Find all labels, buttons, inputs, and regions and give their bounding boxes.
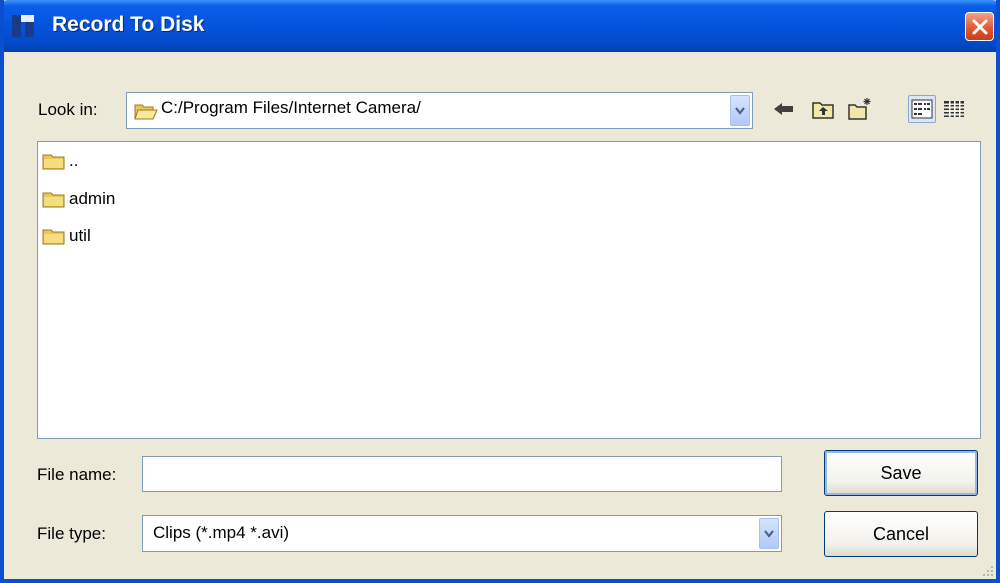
file-item-name: admin xyxy=(69,189,116,208)
folder-icon xyxy=(42,154,65,170)
file-item-util[interactable]: util xyxy=(42,223,91,249)
file-type-label: File type: xyxy=(37,524,106,543)
file-item-name: .. xyxy=(69,151,79,170)
look-in-dropdown-button[interactable] xyxy=(730,95,750,126)
app-logo-icon xyxy=(12,15,34,37)
file-item-parent[interactable]: .. xyxy=(42,148,78,174)
close-icon xyxy=(972,19,987,34)
file-type-combobox[interactable]: Clips (*.mp4 *.avi) xyxy=(142,515,782,552)
file-name-input[interactable] xyxy=(142,456,782,492)
file-type-value: Clips (*.mp4 *.avi) xyxy=(153,523,290,542)
folder-icon xyxy=(42,192,65,208)
resize-grip-icon[interactable] xyxy=(980,563,994,577)
file-item-admin[interactable]: admin xyxy=(42,186,115,212)
back-button[interactable] xyxy=(770,95,798,123)
up-folder-icon xyxy=(812,102,834,119)
file-name-label: File name: xyxy=(37,465,117,484)
new-folder-button[interactable] xyxy=(846,95,874,123)
detail-view-icon xyxy=(944,101,964,117)
file-list[interactable]: .. admin util xyxy=(37,141,981,439)
window-title: Record To Disk xyxy=(52,13,205,36)
folder-icon xyxy=(42,229,65,245)
cancel-button[interactable]: Cancel xyxy=(824,511,978,557)
list-view-button[interactable] xyxy=(908,95,936,123)
file-item-name: util xyxy=(69,226,91,245)
save-button[interactable]: Save xyxy=(824,450,978,496)
close-button[interactable] xyxy=(965,12,994,41)
file-type-dropdown-button[interactable] xyxy=(759,518,779,549)
look-in-label: Look in: xyxy=(38,100,98,119)
new-folder-icon xyxy=(848,98,871,120)
list-view-icon xyxy=(911,99,933,119)
look-in-combobox[interactable]: C:/Program Files/Internet Camera/ xyxy=(126,92,753,129)
look-in-path: C:/Program Files/Internet Camera/ xyxy=(161,98,421,117)
record-to-disk-dialog: Record To Disk Look in: C:/Program Files… xyxy=(0,0,1000,583)
back-arrow-icon xyxy=(774,103,793,115)
chevron-down-icon xyxy=(735,106,745,115)
title-bar[interactable]: Record To Disk xyxy=(4,0,996,52)
chevron-down-icon xyxy=(764,529,774,538)
up-folder-button[interactable] xyxy=(809,95,837,123)
detail-view-button[interactable] xyxy=(940,95,968,123)
open-folder-icon xyxy=(134,104,158,120)
